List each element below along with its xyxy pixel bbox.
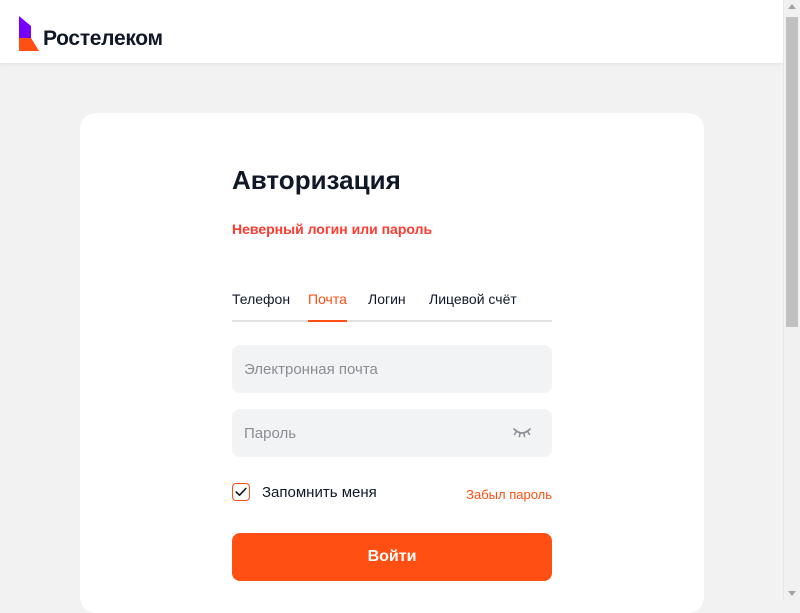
- eye-closed-icon[interactable]: [512, 426, 532, 440]
- tab-phone[interactable]: Телефон: [232, 291, 290, 320]
- site-header: Ростелеком: [0, 0, 783, 63]
- rostelecom-logo[interactable]: Ростелеком: [19, 15, 163, 51]
- password-field-wrapper: [232, 409, 552, 457]
- auth-method-tabs: Телефон Почта Логин Лицевой счёт: [232, 291, 552, 322]
- tab-account[interactable]: Лицевой счёт: [429, 291, 517, 320]
- checkmark-icon: [235, 487, 247, 496]
- email-input[interactable]: [232, 345, 552, 393]
- login-button[interactable]: Войти: [232, 533, 552, 581]
- remember-me-checkbox[interactable]: [232, 483, 250, 501]
- auth-card: Авторизация Неверный логин или пароль Те…: [80, 113, 704, 613]
- error-message: Неверный логин или пароль: [232, 221, 433, 237]
- scroll-thumb[interactable]: [786, 17, 798, 327]
- email-field-wrapper: [232, 345, 552, 393]
- page-title: Авторизация: [232, 165, 401, 195]
- scroll-down-arrow-icon[interactable]: [788, 591, 796, 596]
- tab-login[interactable]: Логин: [368, 291, 406, 320]
- remember-me: Запомнить меня: [232, 483, 377, 501]
- scroll-up-arrow-icon[interactable]: [788, 4, 796, 9]
- rostelecom-logo-icon: [19, 15, 39, 51]
- page-scrollbar[interactable]: [783, 0, 800, 600]
- tab-email[interactable]: Почта: [308, 291, 347, 322]
- remember-me-label[interactable]: Запомнить меня: [262, 484, 377, 501]
- logo-text: Ростелеком: [43, 27, 163, 50]
- password-input[interactable]: [232, 409, 552, 457]
- forgot-password-link[interactable]: Забыл пароль: [466, 487, 552, 502]
